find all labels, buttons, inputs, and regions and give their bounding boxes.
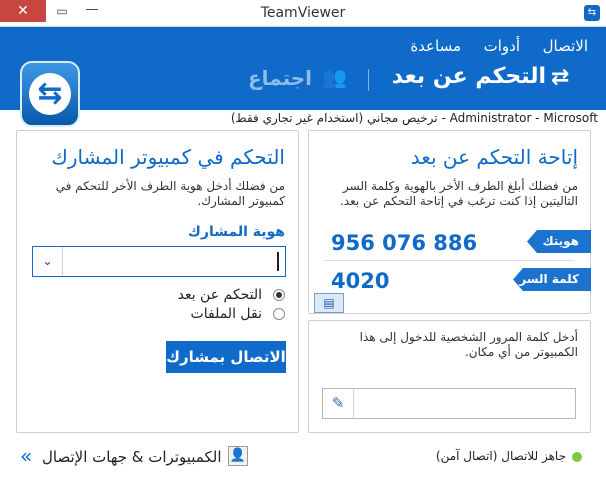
status-bar: (جاهز للاتصال (اتصال آمن « الكمبيوترات &… <box>0 440 606 479</box>
password-value: 4020 <box>331 269 390 293</box>
logo-arrow-icon: ⇆ <box>37 76 63 111</box>
dropdown-chevron-icon[interactable]: ⌄ <box>33 247 63 276</box>
allow-remote-description: من فضلك أبلغ الطرف الأخر بالهوية وكلمة ا… <box>339 179 578 208</box>
connect-partner-button[interactable]: الاتصال بمشارك <box>166 341 286 373</box>
window-title: TeamViewer <box>260 5 346 21</box>
personal-password-panel: أدخل كلمة المرور الشخصية للدخول إلى هذا … <box>308 320 591 433</box>
personal-password-field[interactable]: ✎ <box>322 388 576 419</box>
partner-id-combobox[interactable]: ⌄ <box>32 246 286 277</box>
tab-remote-control[interactable]: التحكم عن بعد <box>392 64 546 89</box>
tab-divider <box>368 69 369 91</box>
radio-remote-control[interactable] <box>273 289 285 301</box>
header: الاتصال أدوات مساعدة ⇄ التحكم عن بعد اجت… <box>0 27 606 127</box>
status-text: (جاهز للاتصال (اتصال آمن <box>435 449 566 463</box>
tab-meeting[interactable]: اجتماع <box>248 66 312 90</box>
id-separator <box>325 260 575 261</box>
radio-remote-control-label[interactable]: التحكم عن بعد <box>178 287 262 303</box>
expand-chevron-icon[interactable]: « <box>20 444 32 468</box>
your-id-value: 956 076 886 <box>331 231 478 255</box>
radio-file-transfer[interactable] <box>273 308 285 320</box>
allow-remote-title: إتاحة التحكم عن بعد <box>410 145 578 169</box>
teamviewer-app-icon: ⇆ <box>584 5 600 21</box>
control-partner-panel: التحكم في كمبيوتر المشارك من فضلك أدخل ه… <box>16 130 299 433</box>
computers-contacts-link[interactable]: الكمبيوترات & جهات الإتصال <box>42 448 222 466</box>
status-dot-icon <box>572 452 582 462</box>
screen-icon: ▤ <box>323 296 335 310</box>
meeting-people-icon: 👥 <box>322 65 347 89</box>
menu-tools[interactable]: أدوات <box>484 37 520 55</box>
menu-help[interactable]: مساعدة <box>410 37 461 55</box>
edit-pencil-icon[interactable]: ✎ <box>323 389 354 418</box>
partner-id-input[interactable] <box>64 247 285 276</box>
control-partner-description: من فضلك أدخل هوية الطرف الأخر للتحكم في … <box>55 179 285 208</box>
text-caret <box>277 252 279 271</box>
your-id-label: هويتك <box>527 230 591 253</box>
allow-remote-panel: إتاحة التحكم عن بعد من فضلك أبلغ الطرف ا… <box>308 130 591 314</box>
password-label: كلمة السر <box>513 268 591 291</box>
control-partner-title: التحكم في كمبيوتر المشارك <box>51 145 285 169</box>
contact-person-icon[interactable]: 👤 <box>228 446 248 466</box>
screen-icon-button[interactable]: ▤ <box>314 293 344 313</box>
license-text: ترخيص مجاني (استخدام غير تجاري فقط) - Ad… <box>230 111 598 125</box>
title-bar: ✕ ▭ — TeamViewer ⇆ <box>0 0 606 27</box>
partner-id-label: هوية المشارك <box>188 224 285 240</box>
personal-password-description: أدخل كلمة المرور الشخصية للدخول إلى هذا … <box>359 330 578 359</box>
radio-file-transfer-label[interactable]: نقل الملفات <box>191 306 262 322</box>
menu-connection[interactable]: الاتصال <box>543 37 588 55</box>
teamviewer-logo: ⇆ <box>20 61 80 127</box>
remote-control-arrows-icon: ⇄ <box>551 65 570 90</box>
